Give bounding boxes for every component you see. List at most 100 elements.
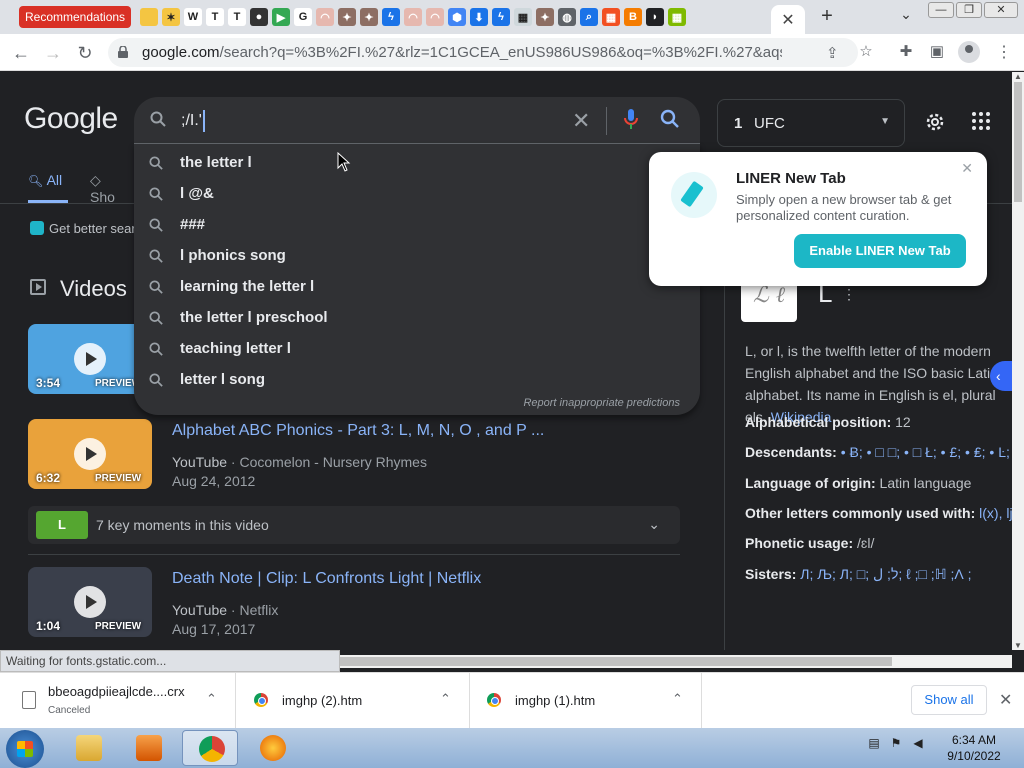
favicon-figure-2-icon[interactable]: ✦ (360, 8, 378, 26)
tab-recommendations[interactable]: Recommendations (19, 6, 132, 28)
favicon-t-1-icon[interactable]: T (206, 8, 224, 26)
minimize-button[interactable]: — (928, 2, 954, 18)
fact-value[interactable]: 12 (895, 414, 911, 430)
favicon-figure-3-icon[interactable]: ✦ (536, 8, 554, 26)
omnibox[interactable]: google.com/search?q=%3B%2FI.%27&rlz=1C1G… (108, 38, 858, 67)
favicon-play-icon[interactable]: ▶ (272, 8, 290, 26)
profile-avatar[interactable] (958, 41, 980, 63)
clear-search-icon[interactable]: ✕ (572, 108, 590, 134)
favicon-blogger-icon[interactable]: B (624, 8, 642, 26)
extensions-icon[interactable]: ✚ (896, 42, 916, 62)
fact-value[interactable]: /ɛl/ (857, 535, 874, 551)
taskbar-media-player[interactable] (120, 730, 176, 766)
chevron-down-icon[interactable]: ⌄ (648, 516, 660, 533)
search-submit-icon[interactable] (660, 109, 680, 129)
video-thumbnail-3[interactable]: 1:04 PREVIEW (28, 567, 152, 637)
microphone-icon[interactable] (623, 108, 639, 130)
suggestion-item[interactable]: letter l song (134, 365, 700, 396)
suggestion-item[interactable]: teaching letter l (134, 334, 700, 365)
video-title-3[interactable]: Death Note | Clip: L Confronts Light | N… (172, 570, 481, 588)
bookmark-star-icon[interactable]: ☆ (856, 42, 876, 62)
favicon-wikipedia-icon[interactable]: W (184, 8, 202, 26)
key-moments-bar[interactable]: L 7 key moments in this video ⌄ (28, 506, 680, 544)
favicon-circle-yellow-icon[interactable] (140, 8, 158, 26)
video-title-2[interactable]: Alphabet ABC Phonics - Part 3: L, M, N, … (172, 422, 544, 440)
taskbar-firefox[interactable] (244, 730, 300, 766)
tab-search-icon[interactable]: ⌄ (896, 6, 916, 26)
fact-value[interactable]: • Ƀ; • □ □; • □ Ł; • £; • ₤; • Ŀ; (841, 444, 1010, 460)
search-box[interactable]: ;/I.' ✕ (134, 97, 700, 143)
chevron-up-icon[interactable]: ⌃ (672, 691, 683, 707)
google-logo[interactable]: Google (24, 102, 118, 136)
suggestion-item[interactable]: the letter l preschool (134, 303, 700, 334)
favicon-bolt-2-icon[interactable]: ϟ (492, 8, 510, 26)
more-options-icon[interactable]: ⋮ (842, 286, 856, 303)
favicon-download-icon[interactable]: ⬇ (470, 8, 488, 26)
report-predictions-link[interactable]: Report inappropriate predictions (523, 397, 680, 409)
trending-select[interactable]: 1 UFC ▼ (717, 99, 905, 147)
reload-icon[interactable]: ↻ (72, 40, 98, 66)
fact-value[interactable]: l(x), lj, (979, 505, 1012, 521)
side-collapse-icon[interactable]: ‹ (990, 361, 1012, 391)
close-icon[interactable]: ✕ (961, 160, 973, 177)
suggestion-item[interactable]: ### (134, 210, 700, 241)
suggestion-item[interactable]: l @& (134, 179, 700, 210)
tab-shopping[interactable]: ◇ Sho (90, 172, 115, 205)
favicon-star-yellow-icon[interactable]: ✶ (162, 8, 180, 26)
suggestion-item[interactable]: the letter l (134, 148, 700, 179)
show-all-downloads-button[interactable]: Show all (911, 685, 987, 715)
share-icon[interactable]: ⇪ (826, 44, 839, 62)
favicon-t-2-icon[interactable]: T (228, 8, 246, 26)
suggestion-item[interactable]: l phonics song (134, 241, 700, 272)
chrome-menu-icon[interactable]: ⋮ (996, 42, 1012, 62)
network-icon[interactable]: ▤ (866, 736, 882, 752)
chevron-up-icon[interactable]: ⌃ (206, 691, 217, 707)
favicon-rainbow-2-icon[interactable]: ◠ (404, 8, 422, 26)
horizontal-scrollbar-thumb[interactable] (340, 657, 892, 666)
favicon-search-icon[interactable]: ⌕ (580, 8, 598, 26)
fact-value[interactable]: Л; Љ; Л; □; ל; ﻝ; ℓ ;□ ;ℍ ;Ʌ ; (800, 566, 971, 582)
favicon-google-icon[interactable]: G (294, 8, 312, 26)
forward-icon[interactable]: → (40, 40, 66, 66)
favicon-bolt-1-icon[interactable]: ϟ (382, 8, 400, 26)
horizontal-scrollbar[interactable] (340, 655, 1012, 668)
favicon-github-icon[interactable]: ● (250, 8, 268, 26)
system-clock[interactable]: 6:34 AM 9/10/2022 (940, 732, 1008, 764)
tab-all[interactable]: 🔍︎ All (28, 172, 88, 203)
scroll-down-icon[interactable]: ▼ (1014, 641, 1022, 650)
favicon-doc-icon[interactable]: ▦ (514, 8, 532, 26)
flag-icon[interactable]: ⚑ (888, 736, 904, 752)
favicon-microsoft-1-icon[interactable]: ▦ (602, 8, 620, 26)
enable-liner-button[interactable]: Enable LINER New Tab (794, 234, 966, 268)
close-window-button[interactable]: ✕ (984, 2, 1018, 18)
taskbar-explorer[interactable] (60, 730, 116, 766)
fact-value[interactable]: Latin language (880, 475, 972, 491)
download-item-1[interactable]: bbeoagdpiieajlcde....crx Canceled ⌃ (0, 673, 236, 729)
scrollbar-thumb[interactable] (1014, 82, 1022, 202)
favicon-globe-icon[interactable]: ◍ (558, 8, 576, 26)
scroll-up-icon[interactable]: ▲ (1014, 72, 1022, 81)
back-icon[interactable]: ← (8, 40, 34, 66)
side-panel-icon[interactable]: ▣ (927, 42, 947, 62)
video-thumbnail-2[interactable]: 6:32 PREVIEW (28, 419, 152, 489)
gear-icon[interactable] (923, 110, 947, 134)
search-input[interactable]: ;/I.' (181, 110, 205, 132)
new-tab-button[interactable]: + (816, 4, 838, 28)
google-apps-icon[interactable] (972, 112, 990, 130)
taskbar-chrome[interactable] (182, 730, 238, 766)
chevron-up-icon[interactable]: ⌃ (440, 691, 451, 707)
favicon-shield-icon[interactable]: ⬢ (448, 8, 466, 26)
favicon-rainbow-icon[interactable]: ◠ (316, 8, 334, 26)
start-button[interactable] (6, 730, 44, 768)
page-scrollbar[interactable]: ▲ ▼ (1012, 72, 1024, 650)
volume-icon[interactable]: ◀ (910, 736, 926, 752)
favicon-dark-icon[interactable]: ◗ (646, 8, 664, 26)
download-item-3[interactable]: imghp (1).htm ⌃ (470, 673, 702, 729)
tab-close-button[interactable]: ✕ (771, 5, 805, 34)
lock-icon[interactable] (118, 46, 128, 58)
favicon-figure-1-icon[interactable]: ✦ (338, 8, 356, 26)
suggestion-item[interactable]: learning the letter l (134, 272, 700, 303)
url-text[interactable]: google.com/search?q=%3B%2FI.%27&rlz=1C1G… (142, 44, 782, 61)
favicon-microsoft-2-icon[interactable]: ▦ (668, 8, 686, 26)
get-better-results-link[interactable]: Get better sear (30, 221, 136, 236)
